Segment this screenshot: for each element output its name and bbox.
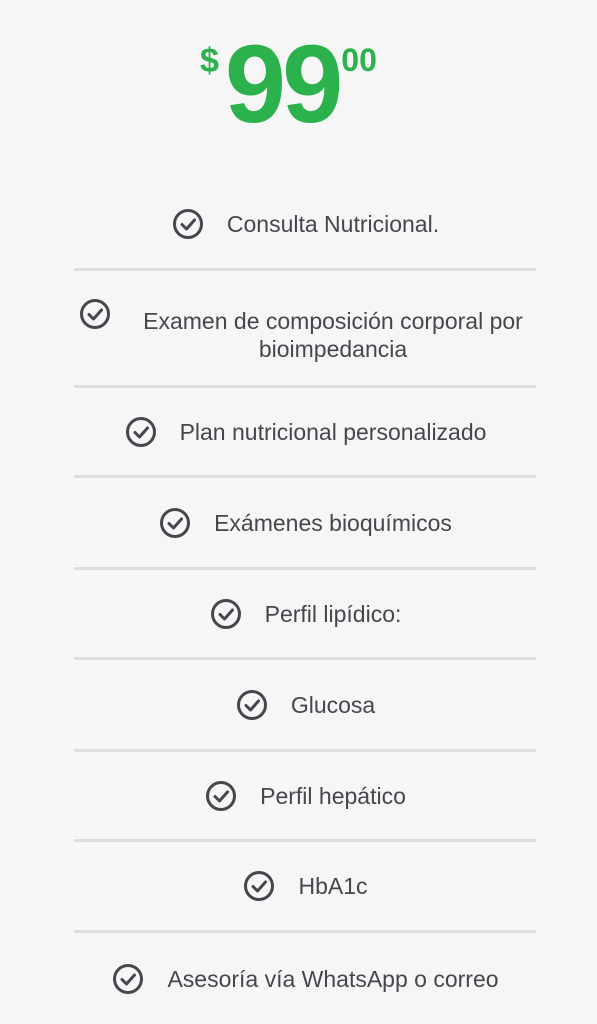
feature-item: Exámenes bioquímicos [74, 478, 536, 570]
check-circle-icon [242, 869, 276, 903]
check-circle-icon [171, 207, 205, 241]
check-circle-icon [111, 962, 145, 996]
price-amount: 99 [224, 23, 343, 146]
price-block: $ 99 00 [0, 30, 597, 160]
feature-item: Perfil lipídico: [74, 570, 536, 660]
price-cents: 00 [341, 42, 377, 78]
feature-label: Exámenes bioquímicos [214, 509, 452, 536]
feature-label: Plan nutricional personalizado [179, 418, 487, 445]
feature-item: Consulta Nutricional. [74, 180, 536, 271]
feature-item: Glucosa [74, 660, 536, 752]
check-circle-icon [78, 297, 112, 331]
feature-item: Plan nutricional personalizado [74, 388, 536, 478]
feature-item: Asesoría vía WhatsApp o correo [74, 933, 536, 1024]
feature-label: Consulta Nutricional. [226, 211, 440, 237]
feature-item: Examen de composición corporal por bioim… [74, 271, 536, 388]
check-circle-icon [124, 415, 158, 449]
feature-item: Perfil hepático [74, 752, 536, 842]
feature-label: Examen de composición corporal por bioim… [143, 308, 523, 362]
price: $ 99 00 [200, 30, 377, 140]
check-circle-icon [235, 688, 269, 722]
feature-label: Perfil lipídico: [264, 600, 402, 627]
feature-item: HbA1c [74, 842, 536, 933]
check-circle-icon [158, 506, 192, 540]
feature-list: Consulta Nutricional. Examen de composic… [74, 180, 536, 1024]
check-circle-icon [209, 597, 243, 631]
feature-label: Asesoría vía WhatsApp o correo [167, 966, 499, 992]
pricing-card: $ 99 00 Consulta Nutricional. Examen de … [0, 0, 597, 1024]
feature-label: Perfil hepático [260, 782, 406, 809]
feature-label: Glucosa [290, 691, 376, 718]
feature-label: HbA1c [298, 873, 368, 899]
price-currency: $ [200, 42, 219, 80]
check-circle-icon [204, 779, 238, 813]
